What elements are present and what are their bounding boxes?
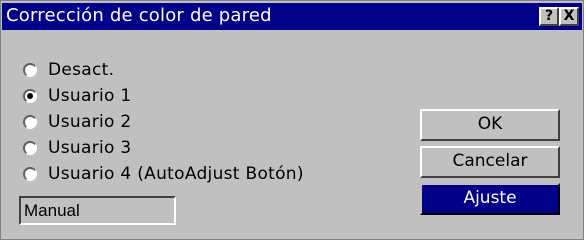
option-label: Usuario 1 bbox=[48, 86, 132, 106]
close-button[interactable]: X bbox=[559, 7, 579, 26]
radio-button[interactable] bbox=[23, 89, 37, 103]
mode-field: Manual bbox=[19, 196, 176, 225]
radio-button[interactable] bbox=[23, 115, 37, 129]
radio-selected-dot bbox=[27, 93, 33, 99]
dialog-title: Corrección de color de pared bbox=[6, 5, 272, 26]
help-button[interactable]: ? bbox=[539, 7, 559, 26]
cancel-button[interactable]: Cancelar bbox=[420, 146, 560, 178]
option-label: Usuario 3 bbox=[48, 138, 132, 158]
adjust-button[interactable]: Ajuste bbox=[420, 183, 560, 215]
option-label: Usuario 2 bbox=[48, 112, 132, 132]
radio-button[interactable] bbox=[23, 167, 37, 181]
option-label: Desact. bbox=[48, 60, 115, 80]
radio-button[interactable] bbox=[23, 63, 37, 77]
radio-button[interactable] bbox=[23, 141, 37, 155]
mode-value: Manual bbox=[24, 201, 80, 220]
title-bar[interactable]: Corrección de color de pared ? X bbox=[2, 3, 582, 30]
ok-button[interactable]: OK bbox=[420, 109, 560, 141]
wall-color-correction-dialog: Corrección de color de pared ? X Desact.… bbox=[0, 0, 584, 240]
option-label: Usuario 4 (AutoAdjust Botón) bbox=[48, 164, 304, 184]
